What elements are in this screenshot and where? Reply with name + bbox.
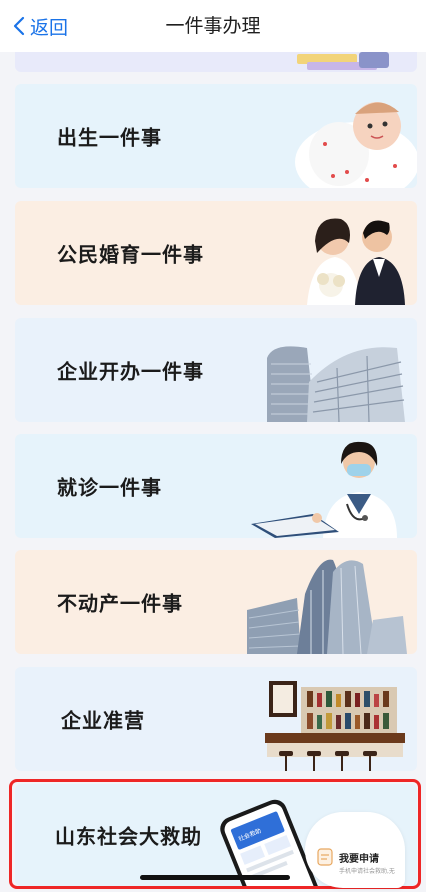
card-label: 就诊一件事: [57, 475, 162, 500]
card-label: 不动产一件事: [57, 591, 183, 616]
card-label: 企业准营: [61, 708, 145, 733]
skyscraper-icon: [247, 559, 407, 654]
couple-icon: [307, 218, 405, 305]
card-label: 公民婚育一件事: [57, 242, 204, 267]
service-card-birth[interactable]: 出生一件事: [15, 84, 417, 188]
service-card-partial[interactable]: [15, 52, 417, 72]
apply-subtitle: 手机申请社会救助,无: [339, 868, 395, 875]
service-card-medical[interactable]: 就诊一件事: [15, 434, 417, 538]
service-card-marriage[interactable]: 公民婚育一件事: [15, 201, 417, 305]
service-card-real-estate[interactable]: 不动产一件事: [15, 550, 417, 654]
buildings-icon: [267, 346, 405, 422]
document-icon: [317, 848, 333, 866]
apply-bubble[interactable]: 我要申请 手机申请社会救助,无: [305, 812, 405, 888]
service-card-enterprise-start[interactable]: 企业开办一件事: [15, 318, 417, 422]
service-card-business-permit[interactable]: 企业准营: [15, 667, 417, 771]
bar-counter-icon: [265, 681, 405, 771]
card-label: 出生一件事: [57, 125, 162, 150]
card-label: 山东社会大救助: [55, 824, 202, 849]
nav-bar: 返回 一件事办理: [0, 0, 426, 52]
baby-icon: [295, 102, 417, 188]
card-label: 企业开办一件事: [57, 359, 204, 384]
books-icon: [297, 52, 389, 70]
page-title: 一件事办理: [165, 15, 261, 37]
home-indicator: [140, 875, 290, 880]
doctor-icon: [251, 441, 397, 538]
apply-title: 我要申请: [339, 854, 379, 865]
